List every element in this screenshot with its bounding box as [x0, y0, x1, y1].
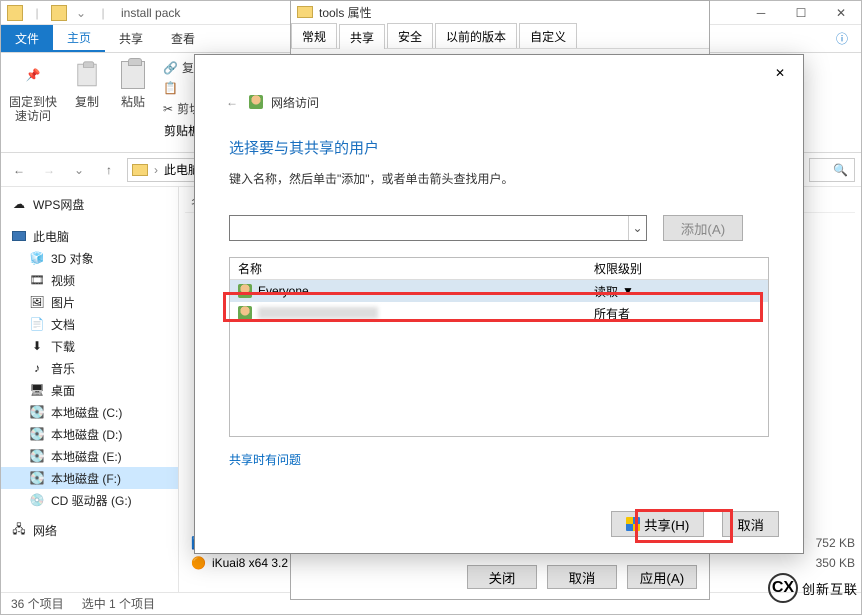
user-icon — [238, 306, 252, 320]
user-input-combo[interactable]: ⌄ — [229, 215, 647, 241]
tree-music[interactable]: ♪音乐 — [1, 357, 178, 379]
prop-tab-general[interactable]: 常规 — [291, 23, 337, 48]
copy-icon — [71, 59, 103, 91]
drive-icon: 💽 — [29, 404, 45, 420]
prop-tab-share[interactable]: 共享 — [339, 24, 385, 49]
paste-button[interactable]: 粘贴 — [117, 59, 149, 109]
tree-network[interactable]: 🖧网络 — [1, 519, 178, 541]
tree-pictures[interactable]: 🖼图片 — [1, 291, 178, 313]
tree-desktop[interactable]: 🖥桌面 — [1, 379, 178, 401]
tree-disk-f[interactable]: 💽本地磁盘 (F:) — [1, 467, 178, 489]
tree-pc[interactable]: 此电脑 — [1, 225, 178, 247]
status-selected: 选中 1 个项目 — [82, 595, 155, 612]
prop-tab-custom[interactable]: 自定义 — [519, 23, 577, 48]
chevron-down-icon[interactable]: ▼ — [622, 284, 634, 298]
video-icon: 🎞 — [29, 272, 45, 288]
drive-icon: 💽 — [29, 426, 45, 442]
prop-tab-security[interactable]: 安全 — [387, 23, 433, 48]
up-button[interactable]: ↑ — [97, 158, 121, 182]
window-title: install pack — [121, 6, 180, 20]
folder-icon — [51, 5, 67, 21]
col-perm[interactable]: 权限级别 — [590, 260, 768, 277]
paste-icon — [117, 59, 149, 91]
back-button[interactable]: ← — [7, 158, 31, 182]
tab-file[interactable]: 文件 — [1, 25, 53, 52]
folder-icon — [297, 6, 313, 18]
drive-icon: 💽 — [29, 470, 45, 486]
document-icon: 📄 — [29, 316, 45, 332]
picture-icon: 🖼 — [29, 294, 45, 310]
tab-share[interactable]: 共享 — [105, 25, 157, 52]
user-icon — [238, 284, 252, 298]
scissors-icon: ✂ — [163, 102, 173, 116]
status-items-count: 36 个项目 — [11, 595, 64, 612]
qat-dropdown[interactable]: ⌄ — [73, 5, 89, 21]
col-name[interactable]: 名称 — [230, 260, 590, 277]
nav-tree: ☁WPS网盘 此电脑 🧊3D 对象 🎞视频 🖼图片 📄文档 ⬇下载 ♪音乐 🖥桌… — [1, 187, 179, 592]
prop-close-button[interactable]: 关闭 — [467, 565, 537, 589]
recent-dropdown[interactable]: ⌄ — [67, 158, 91, 182]
network-icon: 🖧 — [11, 522, 27, 538]
tree-disk-c[interactable]: 💽本地磁盘 (C:) — [1, 401, 178, 423]
drive-icon: 💽 — [29, 448, 45, 464]
tree-documents[interactable]: 📄文档 — [1, 313, 178, 335]
pc-icon — [11, 228, 27, 244]
dialog-breadcrumb: 网络访问 — [271, 94, 319, 111]
tree-wps[interactable]: ☁WPS网盘 — [1, 193, 178, 215]
dialog-title: 选择要与其共享的用户 — [195, 111, 803, 158]
shortcut-icon: 📋 — [163, 81, 178, 95]
ribbon-collapse[interactable]: ⓘ — [831, 25, 861, 52]
qat-separator: | — [29, 5, 45, 21]
users-icon — [249, 95, 263, 109]
qat-separator: | — [95, 5, 111, 21]
properties-title: tools 属性 — [291, 1, 709, 23]
tree-disk-d[interactable]: 💽本地磁盘 (D:) — [1, 423, 178, 445]
close-button[interactable]: ✕ — [821, 1, 861, 25]
share-button[interactable]: 共享(H) — [611, 511, 704, 537]
user-input[interactable] — [230, 217, 628, 239]
grid-row-everyone[interactable]: Everyone 读取▼ — [230, 280, 768, 302]
folder-icon — [132, 164, 148, 176]
help-link[interactable]: 共享时有问题 — [195, 437, 301, 468]
permissions-grid: 名称 权限级别 Everyone 读取▼ 所有者 — [229, 257, 769, 437]
tab-view[interactable]: 查看 — [157, 25, 209, 52]
watermark: CX 创新互联 — [768, 573, 858, 603]
maximize-button[interactable]: ☐ — [781, 1, 821, 25]
tab-home[interactable]: 主页 — [53, 25, 105, 52]
desktop-icon: 🖥 — [29, 382, 45, 398]
prop-tab-prev[interactable]: 以前的版本 — [435, 23, 517, 48]
app-icon: 🟠 — [191, 556, 206, 570]
search-icon: 🔍 — [833, 163, 848, 177]
cancel-button[interactable]: 取消 — [722, 511, 779, 537]
back-icon[interactable]: ← — [223, 93, 241, 111]
grid-row-owner[interactable]: 所有者 — [230, 302, 768, 324]
dialog-hint: 键入名称，然后单击"添加"，或者单击箭头查找用户。 — [195, 158, 803, 187]
tree-downloads[interactable]: ⬇下载 — [1, 335, 178, 357]
tree-cd[interactable]: 💿CD 驱动器 (G:) — [1, 489, 178, 511]
tree-videos[interactable]: 🎞视频 — [1, 269, 178, 291]
prop-cancel-button[interactable]: 取消 — [547, 565, 617, 589]
pin-icon: 📌 — [17, 59, 49, 91]
watermark-logo: CX — [768, 573, 798, 603]
cloud-icon: ☁ — [11, 196, 27, 212]
tree-3d[interactable]: 🧊3D 对象 — [1, 247, 178, 269]
minimize-button[interactable]: ─ — [741, 1, 781, 25]
download-icon: ⬇ — [29, 338, 45, 354]
cd-icon: 💿 — [29, 492, 45, 508]
add-button[interactable]: 添加(A) — [663, 215, 743, 241]
cube-icon: 🧊 — [29, 250, 45, 266]
search-input[interactable]: 🔍 — [809, 158, 855, 182]
pin-button[interactable]: 📌 固定到快 速访问 — [9, 59, 57, 123]
prop-apply-button[interactable]: 应用(A) — [627, 565, 697, 589]
dialog-close-button[interactable]: ✕ — [765, 61, 795, 85]
folder-icon — [7, 5, 23, 21]
link-icon: 🔗 — [163, 61, 178, 75]
music-icon: ♪ — [29, 360, 45, 376]
copy-button[interactable]: 复制 — [71, 59, 103, 109]
chevron-down-icon[interactable]: ⌄ — [628, 216, 646, 240]
forward-button[interactable]: → — [37, 158, 61, 182]
shield-icon — [626, 517, 640, 531]
tree-disk-e[interactable]: 💽本地磁盘 (E:) — [1, 445, 178, 467]
